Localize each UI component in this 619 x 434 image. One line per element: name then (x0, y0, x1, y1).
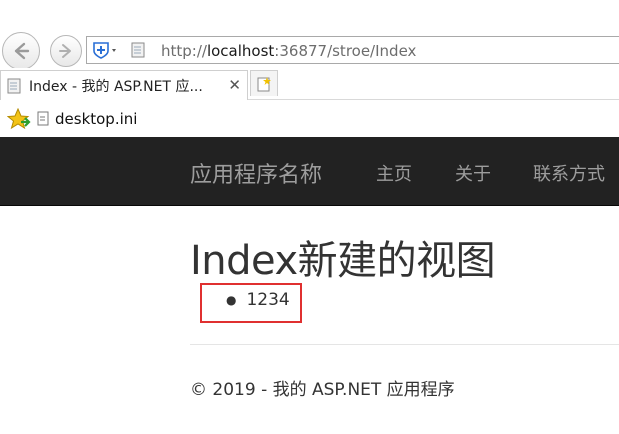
file-icon (37, 111, 49, 126)
url-path: :36877/stroe/Index (274, 42, 417, 60)
new-tab-button[interactable] (250, 70, 278, 96)
page-icon (131, 42, 145, 58)
url-text[interactable]: http://localhost:36877/stroe/Index (161, 42, 416, 60)
footer-divider (190, 344, 619, 345)
list-item: ● 1234 (226, 290, 290, 310)
arrow-right-icon (59, 44, 71, 58)
back-button[interactable] (2, 32, 40, 70)
bullet-icon: ● (226, 293, 237, 307)
item-list: ● 1234 (226, 290, 290, 310)
browser-toolbar: http://localhost:36877/stroe/Index (0, 0, 619, 70)
close-icon[interactable]: ✕ (228, 77, 241, 93)
list-item-text: 1234 (246, 290, 290, 310)
tab-strip: Index - 我的 ASP.NET 应... ✕ (0, 68, 619, 100)
forward-button[interactable] (50, 35, 82, 67)
url-host: localhost (206, 42, 275, 60)
nav-home-link[interactable]: 主页 (376, 160, 412, 186)
page-title: Index新建的视图 (190, 238, 496, 284)
nav-contact-link[interactable]: 联系方式 (533, 160, 605, 186)
arrow-left-icon (14, 42, 30, 60)
site-navbar: 应用程序名称 主页 关于 联系方式 (0, 137, 619, 206)
site-brand[interactable]: 应用程序名称 (190, 157, 322, 189)
page-icon (7, 78, 21, 93)
tab-index[interactable]: Index - 我的 ASP.NET 应... ✕ (0, 70, 248, 100)
nav-about-link[interactable]: 关于 (455, 160, 491, 186)
favorites-bar: desktop.ini (0, 100, 619, 137)
favorites-star-icon[interactable] (7, 107, 31, 130)
address-bar[interactable]: http://localhost:36877/stroe/Index (86, 36, 619, 64)
tab-title: Index - 我的 ASP.NET 应... (29, 78, 203, 95)
favorite-link-desktop-ini[interactable]: desktop.ini (55, 110, 137, 128)
new-tab-icon (257, 76, 271, 91)
url-prefix: http:// (161, 42, 207, 60)
compatibility-shield-icon[interactable] (91, 41, 121, 59)
footer-text: © 2019 - 我的 ASP.NET 应用程序 (190, 380, 455, 400)
